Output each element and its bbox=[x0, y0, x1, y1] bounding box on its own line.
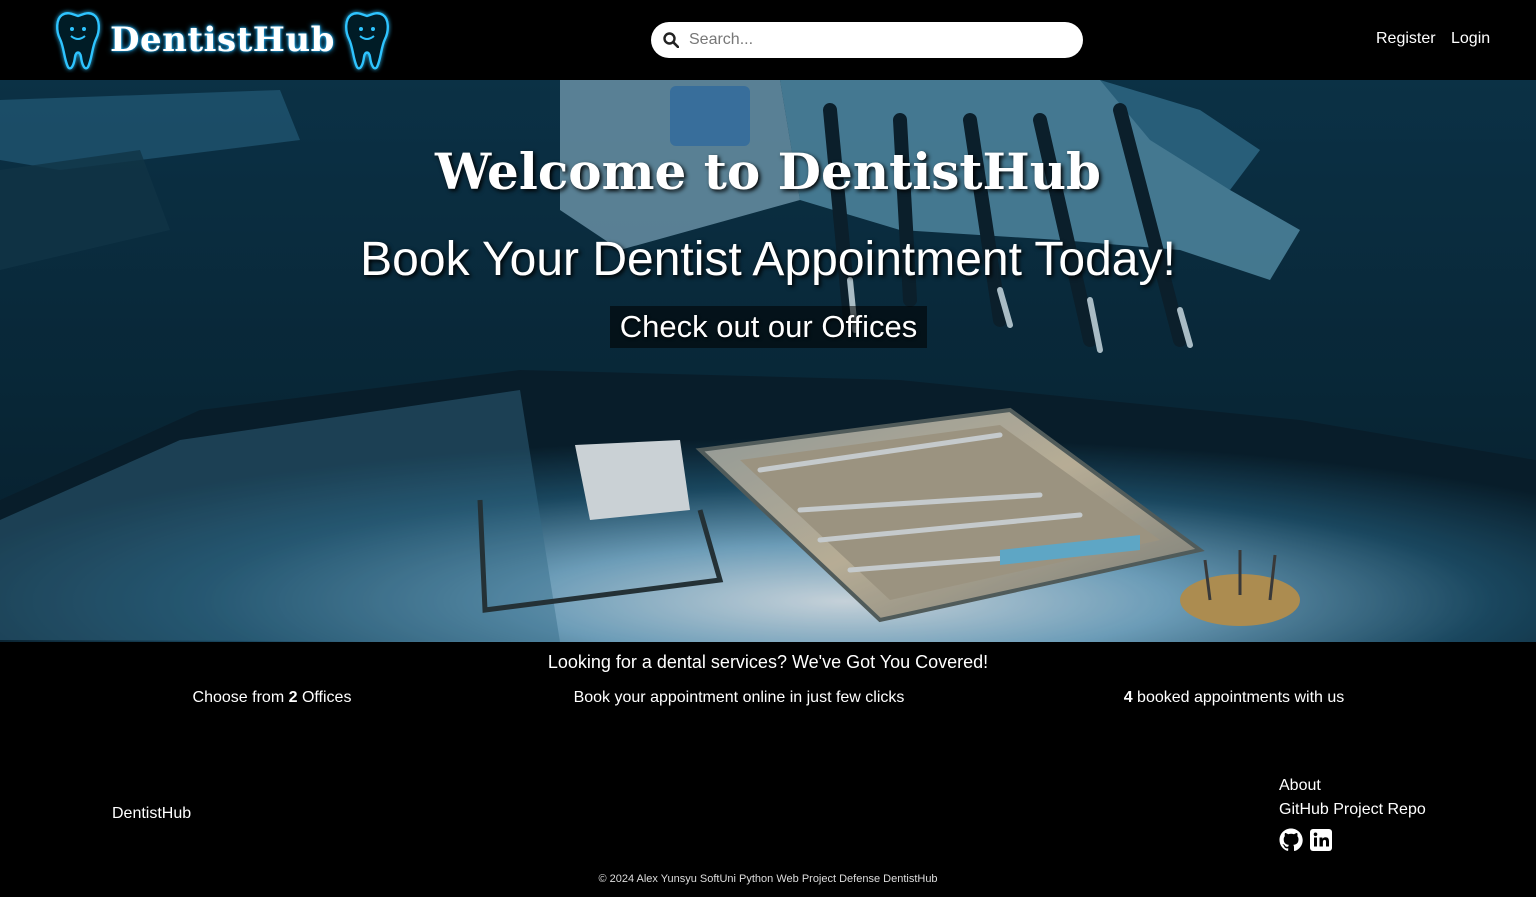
booking-info: Book your appointment online in just few… bbox=[573, 689, 905, 706]
copyright: © 2024 Alex Yunsyu SoftUni Python Web Pr… bbox=[598, 873, 938, 885]
footer-brand: DentistHub bbox=[112, 805, 192, 822]
github-repo-link[interactable]: GitHub Project Repo bbox=[1279, 798, 1426, 822]
appointments-count: 4 bbox=[1123, 689, 1133, 706]
tooth-icon bbox=[344, 12, 389, 70]
brand-name: DentistHub bbox=[110, 20, 335, 60]
search-icon[interactable] bbox=[663, 32, 679, 48]
hero-title: Welcome to DentistHub bbox=[434, 142, 1102, 201]
offices-button[interactable]: Check out our Offices bbox=[610, 306, 927, 348]
offices-count: 2 bbox=[288, 689, 298, 706]
brand-logo[interactable]: DentistHub bbox=[52, 6, 393, 74]
social-links bbox=[1279, 828, 1426, 852]
tooth-icon bbox=[56, 12, 100, 70]
search-input[interactable] bbox=[687, 30, 1067, 50]
github-icon[interactable] bbox=[1279, 828, 1303, 852]
register-link[interactable]: Register bbox=[1376, 30, 1436, 48]
info-heading: Looking for a dental services? We've Got… bbox=[547, 652, 989, 672]
linkedin-icon[interactable] bbox=[1309, 828, 1333, 852]
login-link[interactable]: Login bbox=[1451, 30, 1490, 48]
footer-links: About GitHub Project Repo bbox=[1279, 774, 1426, 852]
about-link[interactable]: About bbox=[1279, 774, 1426, 798]
hero-banner: Welcome to DentistHub Book Your Dentist … bbox=[0, 80, 1536, 642]
search-bar[interactable] bbox=[651, 22, 1083, 58]
hero-subtitle: Book Your Dentist Appointment Today! bbox=[360, 233, 1176, 286]
appointments-suffix: booked appointments with us bbox=[1137, 689, 1345, 706]
offices-suffix: Offices bbox=[301, 689, 352, 706]
appointments-count-info: 4 booked appointments with us bbox=[1100, 689, 1368, 707]
offices-prefix: Choose from bbox=[192, 689, 285, 706]
offices-count-info: Choose from 2 Offices bbox=[172, 689, 372, 707]
site-header: DentistHub Register Login bbox=[0, 0, 1536, 80]
